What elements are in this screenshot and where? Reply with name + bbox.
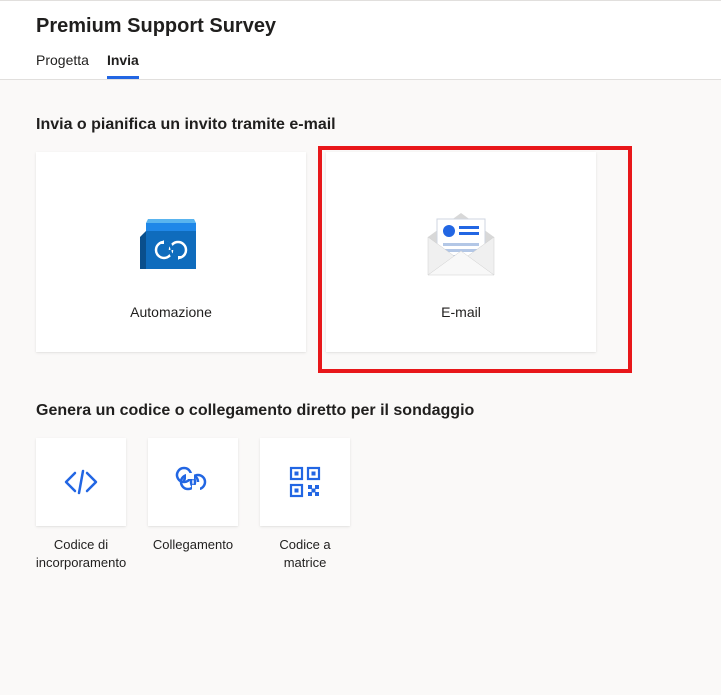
tabs: Progetta Invia: [36, 46, 721, 79]
card-email[interactable]: E-mail: [326, 152, 596, 352]
page-title: Premium Support Survey: [36, 15, 721, 38]
embed-icon: [61, 462, 101, 502]
card-email-label: E-mail: [441, 304, 481, 320]
big-card-row: Automazione E-mail: [36, 152, 685, 352]
card-qr-wrap: Codice a matrice: [260, 438, 350, 571]
email-icon: [418, 184, 504, 304]
card-embed[interactable]: [36, 438, 126, 526]
section2-title: Genera un codice o collegamento diretto …: [36, 402, 685, 420]
tab-invia[interactable]: Invia: [107, 46, 139, 79]
card-embed-wrap: Codice di incorporamento: [36, 438, 126, 571]
section1-title: Invia o pianifica un invito tramite e-ma…: [36, 116, 685, 134]
card-qr[interactable]: [260, 438, 350, 526]
tab-progetta[interactable]: Progetta: [36, 46, 89, 79]
card-automazione[interactable]: Automazione: [36, 152, 306, 352]
card-link-label: Collegamento: [153, 536, 233, 554]
qr-icon: [286, 463, 324, 501]
card-embed-label: Codice di incorporamento: [36, 536, 126, 571]
card-link[interactable]: [148, 438, 238, 526]
card-link-wrap: Collegamento: [148, 438, 238, 571]
card-automazione-label: Automazione: [130, 304, 212, 320]
automation-icon: [136, 184, 206, 304]
content: Invia o pianifica un invito tramite e-ma…: [0, 80, 721, 571]
header: Premium Support Survey Progetta Invia: [0, 0, 721, 80]
small-card-row: Codice di incorporamento Collegamento: [36, 438, 685, 571]
card-qr-label: Codice a matrice: [260, 536, 350, 571]
link-icon: [172, 461, 214, 503]
